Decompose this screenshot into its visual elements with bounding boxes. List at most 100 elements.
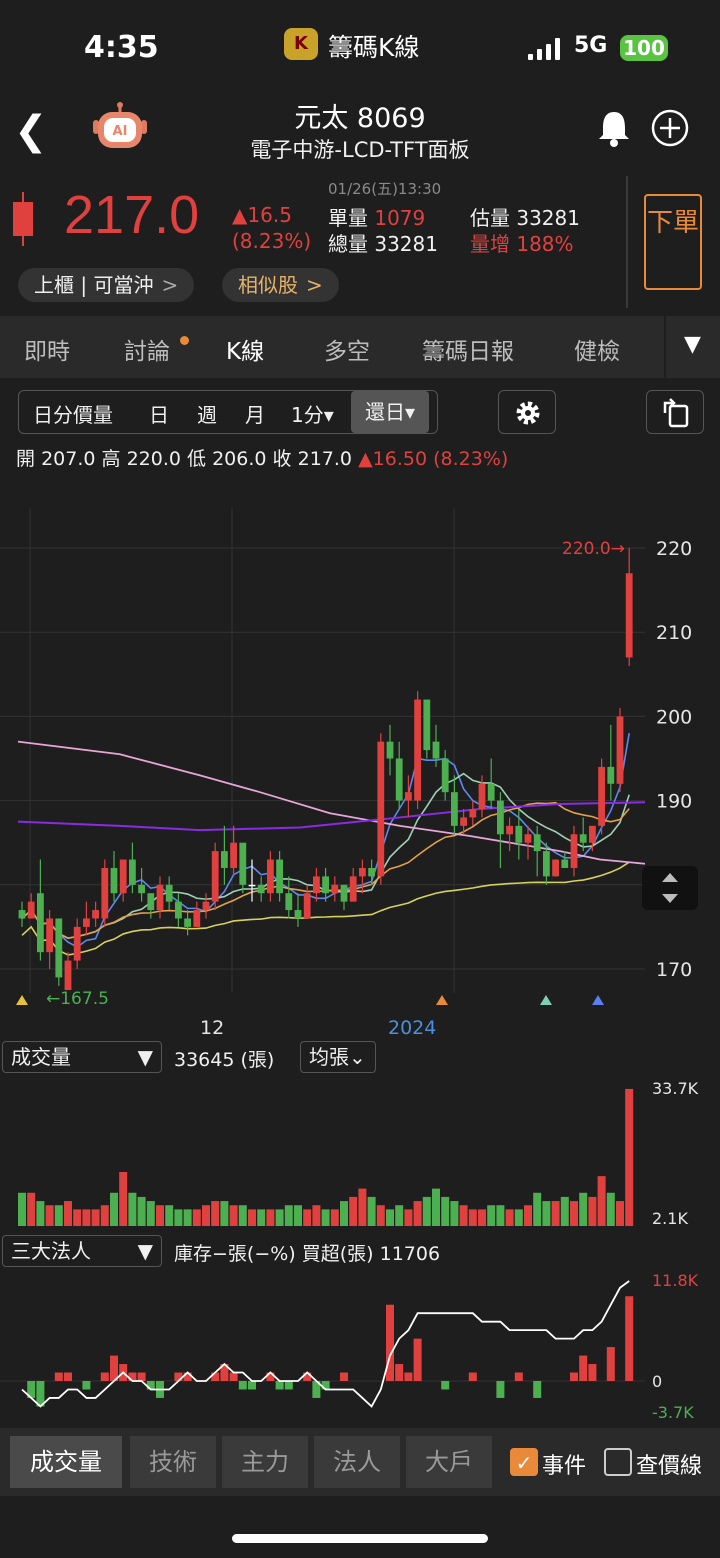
more-tabs-icon[interactable]: ▼ bbox=[684, 332, 701, 357]
volume-bar bbox=[238, 1205, 247, 1226]
tab-health-check[interactable]: 健檢 bbox=[574, 332, 620, 366]
net-buy-bar bbox=[229, 1372, 238, 1381]
place-order-button[interactable]: 下單 bbox=[644, 194, 702, 290]
candle-body bbox=[156, 884, 164, 911]
candle-body bbox=[625, 573, 633, 658]
tab-bull-bear[interactable]: 多空 bbox=[324, 332, 370, 366]
net-buy-bar bbox=[496, 1381, 505, 1398]
candle-body bbox=[37, 893, 44, 953]
bell-icon[interactable] bbox=[594, 108, 634, 148]
period-toolbar: 日分價量 日 週 月 1分▾ 還日▾ bbox=[18, 390, 438, 434]
volume-bar bbox=[202, 1205, 210, 1226]
net-buy-bar bbox=[588, 1364, 597, 1381]
candle-body bbox=[303, 893, 311, 919]
volume-bar bbox=[248, 1209, 256, 1226]
volume-increase: 量增 188% bbox=[470, 232, 574, 256]
candle-icon bbox=[13, 192, 33, 246]
period-adjusted-day[interactable]: 還日▾ bbox=[351, 391, 430, 433]
status-bar: 4:35 K 籌碼K線 5G 100 bbox=[0, 0, 720, 92]
candlestick-chart[interactable]: 220210200190180170220.0→←167.5122024 bbox=[0, 478, 720, 1038]
last-price: 217.0 bbox=[64, 185, 200, 245]
event-checkbox[interactable]: ✓ bbox=[510, 1448, 538, 1476]
volume-bar bbox=[340, 1201, 348, 1226]
event-label: 事件 bbox=[542, 1454, 587, 1479]
network-type: 5G bbox=[574, 33, 608, 58]
candle-body bbox=[395, 758, 403, 801]
tab-discussion[interactable]: 討論 bbox=[124, 332, 170, 366]
candle-body bbox=[423, 699, 431, 751]
price-line-label: 查價線 bbox=[636, 1454, 703, 1479]
volume-bar bbox=[560, 1196, 569, 1226]
candle-body bbox=[83, 918, 90, 927]
similar-stocks-pill[interactable]: 相似股 > bbox=[222, 268, 339, 302]
candle-body bbox=[221, 851, 228, 868]
candle-body bbox=[285, 893, 293, 911]
period-1min[interactable]: 1分▾ bbox=[291, 399, 334, 428]
volume-mode-select[interactable]: 均張⌄ bbox=[300, 1041, 376, 1073]
net-buy-bar bbox=[570, 1372, 578, 1381]
candle-body bbox=[331, 884, 339, 894]
bottom-tab-main-force[interactable]: 主力 bbox=[222, 1436, 308, 1488]
candle-body bbox=[515, 825, 523, 843]
net-buy-bar bbox=[174, 1372, 183, 1381]
event-marker-icon bbox=[436, 995, 448, 1005]
candle-body bbox=[570, 834, 578, 868]
net-buy-bar bbox=[514, 1372, 523, 1381]
bottom-tab-technical[interactable]: 技術 bbox=[130, 1436, 216, 1488]
bottom-tab-institutional[interactable]: 法人 bbox=[314, 1436, 400, 1488]
volume-bar bbox=[27, 1192, 36, 1226]
y-tick-label: 170 bbox=[656, 959, 692, 981]
bottom-tab-large-holders[interactable]: 大戶 bbox=[406, 1436, 492, 1488]
candle-body bbox=[230, 842, 237, 868]
net-buy-bar bbox=[266, 1372, 275, 1381]
volume-bar bbox=[422, 1196, 431, 1226]
volume-bar bbox=[542, 1201, 551, 1226]
candle-body bbox=[414, 699, 421, 801]
tab-chip-daily[interactable]: 籌碼日報 bbox=[422, 332, 514, 366]
tab-kline[interactable]: K線 bbox=[226, 332, 264, 366]
candle-body bbox=[211, 851, 219, 902]
volume-bar bbox=[413, 1201, 422, 1226]
stock-header: ❮ AI 元太 8069 電子中游-LCD-TFT面板 bbox=[0, 92, 720, 172]
add-watchlist-icon[interactable] bbox=[650, 108, 690, 148]
net-buy-bar bbox=[248, 1381, 256, 1390]
rotate-button[interactable] bbox=[646, 390, 704, 434]
screen: 4:35 K 籌碼K線 5G 100 ❮ AI 元太 8069 電子中游-LCD… bbox=[0, 0, 720, 1558]
volume-bar bbox=[625, 1088, 634, 1226]
volume-indicator-select[interactable]: 成交量 ▼ bbox=[2, 1041, 162, 1073]
net-buy-bar bbox=[211, 1372, 220, 1381]
period-daily-minute-vol[interactable]: 日分價量 bbox=[33, 399, 113, 428]
candle-body bbox=[64, 960, 72, 991]
tab-realtime[interactable]: 即時 bbox=[24, 332, 70, 366]
event-marker-icon bbox=[540, 995, 552, 1005]
institutional-select[interactable]: 三大法人 ▼ bbox=[2, 1235, 162, 1267]
volume-bar bbox=[137, 1196, 146, 1226]
candle-body bbox=[432, 741, 440, 759]
candle-body bbox=[487, 783, 495, 801]
settings-button[interactable] bbox=[498, 390, 556, 434]
volume-bar bbox=[220, 1201, 229, 1226]
total-volume: 總量 33281 bbox=[328, 232, 438, 256]
institutional-zero-label: 0 bbox=[652, 1372, 662, 1391]
period-month[interactable]: 月 bbox=[245, 399, 265, 428]
volume-bar bbox=[441, 1196, 450, 1226]
candle-body bbox=[248, 884, 256, 887]
price-line-checkbox[interactable] bbox=[604, 1448, 632, 1476]
institutional-summary: 庫存−張(−%) 買超(張) 11706 bbox=[174, 1243, 441, 1265]
volume-bar bbox=[275, 1209, 284, 1226]
estimated-volume: 估量 33281 bbox=[470, 206, 580, 230]
market-info-pill[interactable]: 上櫃 | 可當沖 > bbox=[18, 268, 195, 302]
volume-bar bbox=[174, 1209, 183, 1226]
net-buy-bar bbox=[100, 1372, 109, 1381]
volume-bar bbox=[459, 1205, 468, 1226]
period-week[interactable]: 週 bbox=[197, 399, 217, 428]
period-day[interactable]: 日 bbox=[149, 399, 169, 428]
net-buy-bar bbox=[183, 1372, 192, 1381]
candle-body bbox=[27, 901, 35, 919]
bottom-tab-volume[interactable]: 成交量 bbox=[10, 1436, 122, 1488]
candle-body bbox=[46, 918, 53, 953]
net-buy-bar bbox=[386, 1304, 394, 1381]
candle-body bbox=[73, 926, 81, 961]
candle-body bbox=[524, 834, 532, 843]
x-axis-label: 12 bbox=[200, 1017, 224, 1038]
